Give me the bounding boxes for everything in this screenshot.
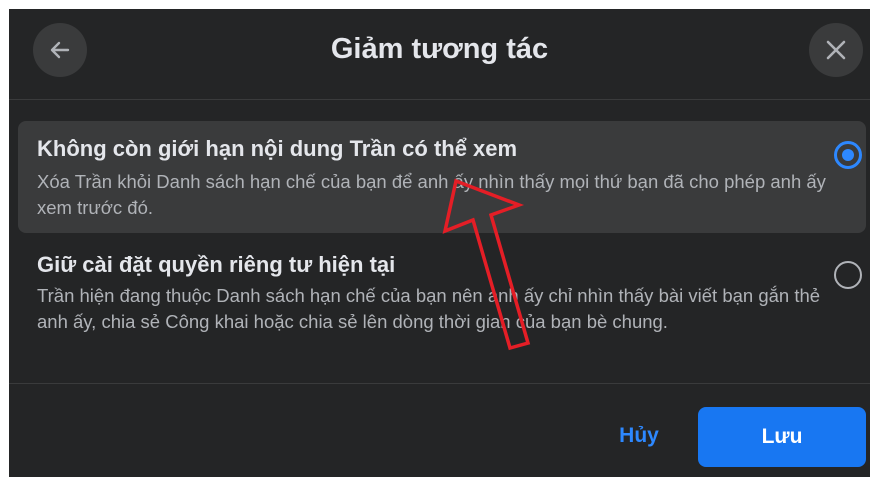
save-button[interactable]: Lưu [698, 407, 866, 467]
radio-unselected[interactable] [834, 261, 862, 289]
close-button[interactable] [809, 23, 863, 77]
dialog-title: Giảm tương tác [330, 33, 549, 65]
dialog-header: Giảm tương tác [9, 9, 870, 100]
option-title: Không còn giới hạn nội dung Trần có thể … [37, 136, 518, 161]
option-description: Xóa Trần khỏi Danh sách hạn chế của bạn … [37, 171, 826, 218]
radio-selected[interactable] [834, 141, 862, 169]
footer-divider [9, 383, 870, 384]
option-keep-settings[interactable]: Giữ cài đặt quyền riêng tư hiện tại Trần… [18, 243, 866, 371]
reduce-interaction-dialog: Giảm tương tác Không còn giới hạn nội du… [9, 9, 870, 477]
option-title: Giữ cài đặt quyền riêng tư hiện tại [37, 252, 396, 277]
option-description: Trần hiện đang thuộc Danh sách hạn chế c… [37, 285, 821, 332]
option-unrestrict[interactable]: Không còn giới hạn nội dung Trần có thể … [18, 121, 866, 233]
radio-dot [842, 149, 854, 161]
cancel-button[interactable]: Hủy [589, 407, 689, 465]
close-icon [826, 40, 846, 60]
